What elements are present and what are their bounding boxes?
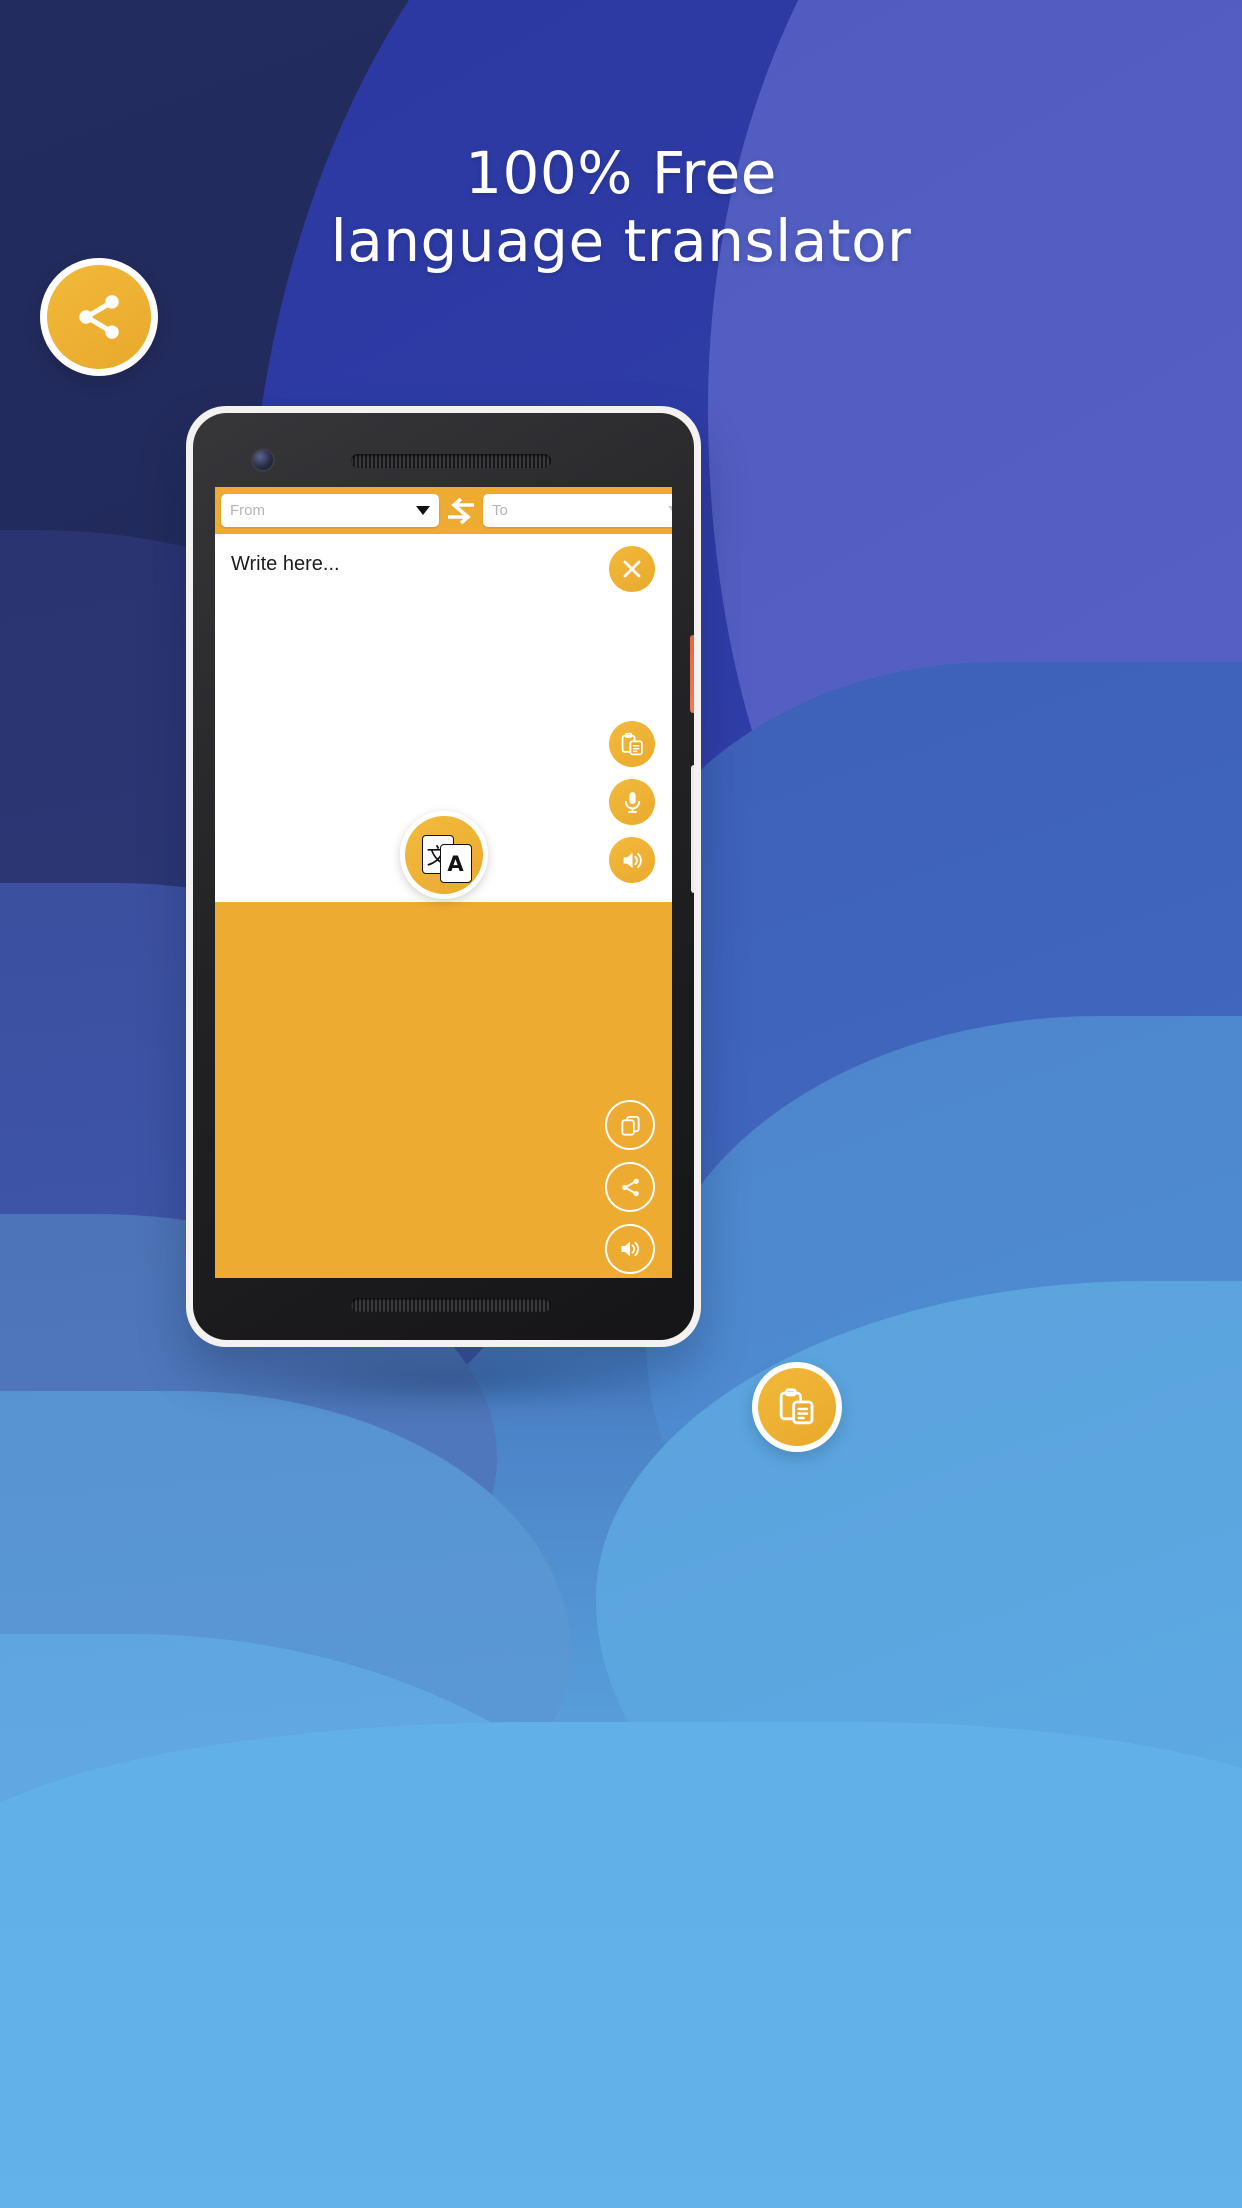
translate-target-card: A	[439, 844, 472, 883]
chevron-down-icon	[668, 506, 672, 515]
phone-screen: From To Write here... 文 A	[215, 487, 672, 1278]
source-language-label: From	[230, 502, 265, 519]
translate-button[interactable]: 文 A	[399, 811, 488, 899]
promo-screenshot: 100% Free language translator From To Wr…	[0, 0, 1242, 2208]
app-toolbar: From To	[215, 487, 672, 534]
result-action-buttons	[605, 1100, 655, 1274]
voice-input-button[interactable]	[609, 779, 655, 825]
result-text-panel[interactable]	[215, 902, 672, 1278]
floating-share-badge[interactable]	[40, 258, 158, 376]
speak-result-button[interactable]	[605, 1224, 655, 1274]
speaker-icon	[621, 1241, 639, 1257]
headline-line-1: 100% Free	[465, 139, 777, 207]
earpiece-grille	[351, 454, 551, 468]
paste-source-button[interactable]	[609, 721, 655, 767]
front-camera-icon	[253, 450, 273, 470]
share-icon	[621, 1178, 639, 1196]
copy-result-button[interactable]	[605, 1100, 655, 1150]
floating-paste-badge[interactable]	[752, 1362, 842, 1452]
promo-headline: 100% Free language translator	[0, 139, 1242, 276]
chevron-down-icon	[416, 506, 430, 515]
phone-body: From To Write here... 文 A	[193, 413, 694, 1340]
clear-source-button[interactable]	[609, 546, 655, 592]
speaker-icon	[623, 852, 642, 868]
volume-rocker[interactable]	[691, 765, 694, 893]
speak-source-button[interactable]	[609, 837, 655, 883]
phone-mockup: From To Write here... 文 A	[186, 406, 701, 1347]
background-wave-bottom	[0, 1722, 1242, 2208]
source-text-input[interactable]: Write here...	[231, 553, 340, 576]
source-action-buttons	[609, 721, 655, 883]
headline-line-2: language translator	[330, 206, 912, 275]
target-language-dropdown[interactable]: To	[483, 494, 672, 527]
swap-arrows-icon	[448, 497, 474, 524]
clipboard-paste-icon	[779, 1388, 814, 1425]
clipboard-paste-icon	[621, 732, 643, 755]
share-result-button[interactable]	[605, 1162, 655, 1212]
close-icon	[623, 560, 641, 578]
copy-icon	[620, 1115, 640, 1136]
power-button[interactable]	[690, 635, 694, 713]
microphone-icon	[624, 791, 640, 813]
target-language-label: To	[492, 502, 508, 519]
phone-drop-shadow	[236, 1350, 656, 1412]
source-language-dropdown[interactable]: From	[221, 494, 439, 527]
swap-languages-button[interactable]	[444, 497, 478, 525]
bottom-speaker-grille	[351, 1298, 551, 1312]
share-icon	[79, 295, 119, 339]
